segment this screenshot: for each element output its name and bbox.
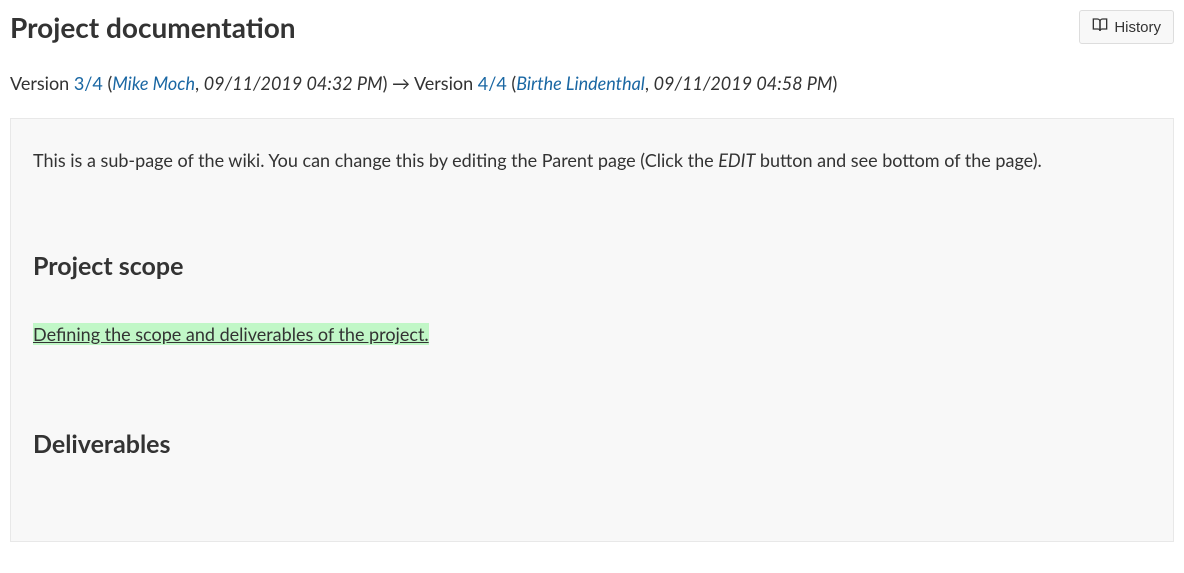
version-prefix-1: Version bbox=[10, 72, 74, 94]
diff-added-text: Defining the scope and deliverables of t… bbox=[33, 323, 429, 345]
intro-edit-word: EDIT bbox=[718, 149, 755, 171]
section-heading-scope: Project scope bbox=[33, 251, 1151, 281]
arrow-icon: → bbox=[387, 72, 414, 94]
version-link-1[interactable]: 3/4 bbox=[74, 72, 103, 94]
version-date-2: 09/11/2019 04:58 PM bbox=[654, 72, 833, 94]
section-heading-deliverables: Deliverables bbox=[33, 429, 1151, 459]
history-label: History bbox=[1114, 19, 1161, 36]
page-title: Project documentation bbox=[10, 10, 296, 44]
user-link-1[interactable]: Mike Moch bbox=[112, 72, 195, 94]
intro-part1: This is a sub-page of the wiki. You can … bbox=[33, 149, 718, 171]
user-link-2[interactable]: Birthe Lindenthal bbox=[516, 72, 645, 94]
intro-part2: button and see bottom of the page). bbox=[755, 149, 1042, 171]
version-link-2[interactable]: 4/4 bbox=[478, 72, 507, 94]
diff-content-box: This is a sub-page of the wiki. You can … bbox=[10, 118, 1174, 542]
intro-text: This is a sub-page of the wiki. You can … bbox=[33, 149, 1151, 171]
book-icon bbox=[1092, 17, 1108, 37]
version-prefix-2: Version bbox=[414, 72, 478, 94]
history-button[interactable]: History bbox=[1079, 10, 1174, 44]
version-comparison-line: Version 3/4 (Mike Moch, 09/11/2019 04:32… bbox=[10, 72, 1174, 94]
version-date-1: 09/11/2019 04:32 PM bbox=[204, 72, 383, 94]
